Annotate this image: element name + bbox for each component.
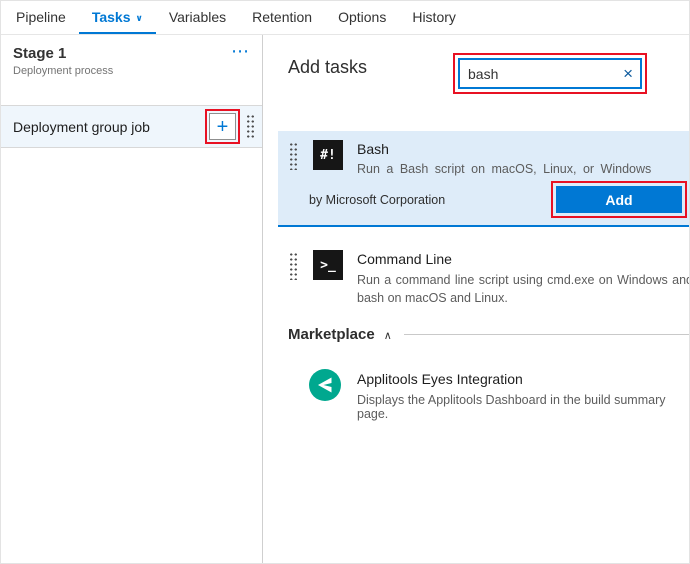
task-description: Run a command line script using cmd.exe … — [357, 271, 690, 307]
tab-label: Tasks — [92, 9, 131, 25]
tab-pipeline[interactable]: Pipeline — [3, 1, 79, 34]
clear-search-icon[interactable]: × — [619, 65, 633, 82]
task-name: Bash — [357, 141, 389, 157]
task-name: Command Line — [357, 251, 452, 267]
task-search-box: × — [458, 58, 642, 89]
annotation-box-search: × — [453, 53, 647, 94]
top-nav: Pipeline Tasks ∨ Variables Retention Opt… — [1, 1, 689, 35]
plus-icon: + — [217, 117, 229, 137]
add-tasks-panel: Add tasks × #! Bash Run a Bash script on… — [264, 35, 689, 563]
release-pipeline-editor: Pipeline Tasks ∨ Variables Retention Opt… — [0, 0, 690, 564]
stage-subtitle: Deployment process — [13, 65, 250, 77]
tab-label: Pipeline — [16, 9, 66, 25]
tab-label: Options — [338, 9, 386, 25]
task-card-command-line[interactable]: >_ Command Line Run a command line scrip… — [278, 241, 689, 321]
applitools-icon — [309, 369, 341, 401]
command-line-icon: >_ — [313, 250, 343, 280]
stage-header: Stage 1 ⋯ Deployment process — [1, 35, 262, 77]
marketplace-section-header[interactable]: Marketplace ∧ — [288, 326, 689, 343]
tab-label: Retention — [252, 9, 312, 25]
tab-variables[interactable]: Variables — [156, 1, 239, 34]
stage-title: Stage 1 — [13, 45, 66, 62]
drag-handle-icon[interactable] — [246, 114, 255, 139]
job-label: Deployment group job — [13, 119, 205, 135]
add-task-plus-button[interactable]: + — [209, 113, 236, 140]
task-search-input[interactable] — [462, 66, 619, 82]
chevron-down-icon: ∨ — [136, 13, 143, 24]
more-options-icon[interactable]: ⋯ — [231, 45, 250, 57]
panel-title: Add tasks — [288, 57, 367, 78]
tab-history[interactable]: History — [399, 1, 469, 34]
annotation-box-plus: + — [205, 109, 240, 144]
deployment-group-job-row[interactable]: Deployment group job + — [1, 105, 262, 148]
tab-label: History — [412, 9, 456, 25]
bash-icon: #! — [313, 140, 343, 170]
add-button[interactable]: Add — [556, 186, 682, 213]
stage-panel: Stage 1 ⋯ Deployment process Deployment … — [1, 35, 263, 563]
drag-handle-icon[interactable] — [289, 252, 298, 280]
tab-options[interactable]: Options — [325, 1, 399, 34]
section-divider — [404, 334, 689, 335]
tab-label: Variables — [169, 9, 226, 25]
chevron-up-icon: ∧ — [384, 329, 392, 342]
task-publisher: by Microsoft Corporation — [309, 193, 445, 207]
annotation-box-add: Add — [551, 181, 687, 218]
drag-handle-icon[interactable] — [289, 142, 298, 170]
task-card-bash[interactable]: #! Bash Run a Bash script on macOS, Linu… — [278, 131, 689, 227]
marketplace-item-name: Applitools Eyes Integration — [357, 371, 523, 387]
tab-tasks[interactable]: Tasks ∨ — [79, 1, 156, 34]
task-description: Run a Bash script on macOS, Linux, or Wi… — [357, 162, 651, 176]
marketplace-item-description: Displays the Applitools Dashboard in the… — [357, 393, 689, 421]
tab-retention[interactable]: Retention — [239, 1, 325, 34]
marketplace-heading: Marketplace — [288, 326, 375, 343]
